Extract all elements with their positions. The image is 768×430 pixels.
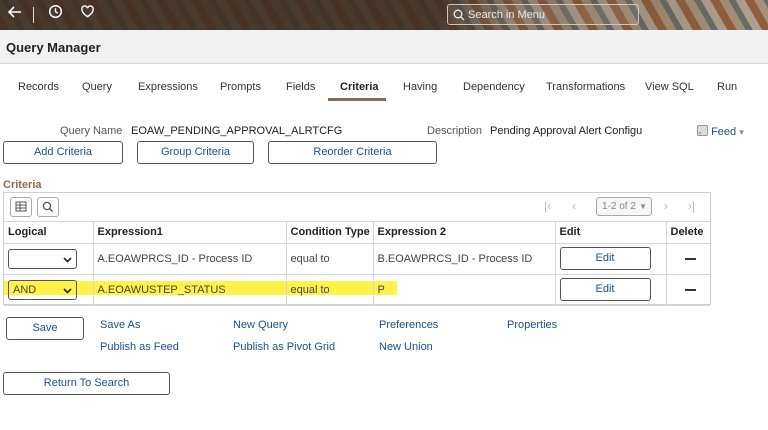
save-as-link[interactable]: Save As xyxy=(100,319,140,331)
page-range-text: 1-2 of 2 xyxy=(602,201,636,212)
first-page-icon[interactable]: |‹ xyxy=(544,199,551,213)
search-icon xyxy=(453,9,465,21)
properties-link[interactable]: Properties xyxy=(507,319,557,331)
tab-dependency[interactable]: Dependency xyxy=(463,81,525,93)
logical-value: AND xyxy=(13,283,37,296)
column-header-expression1: Expression1 xyxy=(93,222,287,244)
condition-type-cell: equal to xyxy=(286,274,374,306)
tab-prompts[interactable]: Prompts xyxy=(220,81,261,93)
find-in-grid-button[interactable] xyxy=(37,197,59,217)
column-header-logical: Logical xyxy=(4,222,94,244)
expression1-cell: A.EOAWPRCS_ID - Process ID xyxy=(93,243,287,275)
header-divider xyxy=(33,7,34,23)
tab-run[interactable]: Run xyxy=(717,81,737,93)
tab-transformations[interactable]: Transformations xyxy=(546,81,625,93)
feed-link[interactable]: Feed ▾ xyxy=(697,125,744,138)
group-criteria-button[interactable]: Group Criteria xyxy=(137,141,254,164)
edit-button[interactable]: Edit xyxy=(559,247,651,270)
save-button[interactable]: Save xyxy=(6,317,84,340)
expression2-cell: P xyxy=(373,274,556,306)
feed-icon xyxy=(697,125,708,136)
table-row: AND A.EOAWUSTEP_STATUS equal to P Edit xyxy=(4,274,710,306)
logical-select[interactable] xyxy=(8,248,77,269)
publish-as-feed-link[interactable]: Publish as Feed xyxy=(100,341,179,353)
description-label: Description xyxy=(427,125,483,137)
search-input[interactable] xyxy=(468,6,636,23)
chevron-down-icon: ▾ xyxy=(739,127,744,137)
chevron-down-icon xyxy=(63,287,72,294)
preferences-link[interactable]: Preferences xyxy=(379,319,438,331)
grid-settings-icon xyxy=(15,201,27,212)
tab-view-sql[interactable]: View SQL xyxy=(645,81,694,93)
column-header-delete: Delete xyxy=(666,222,710,244)
delete-row-icon[interactable] xyxy=(684,257,696,260)
tab-expressions[interactable]: Expressions xyxy=(138,81,198,93)
tab-fields[interactable]: Fields xyxy=(286,81,315,93)
active-tab-indicator xyxy=(328,98,386,101)
criteria-grid: |‹ ‹ 1-2 of 2 ▼ › ›| Logical Expression1… xyxy=(3,192,711,306)
next-page-icon[interactable]: › xyxy=(664,199,668,213)
reorder-criteria-button[interactable]: Reorder Criteria xyxy=(268,141,437,164)
tab-query[interactable]: Query xyxy=(82,81,112,93)
top-banner xyxy=(0,0,768,30)
condition-type-cell: equal to xyxy=(286,243,374,275)
edit-button[interactable]: Edit xyxy=(559,278,651,301)
logical-select[interactable]: AND xyxy=(8,279,77,300)
column-header-expression2: Expression 2 xyxy=(373,222,556,244)
tab-records[interactable]: Records xyxy=(18,81,59,93)
menu-search[interactable] xyxy=(447,4,639,25)
personalize-grid-button[interactable] xyxy=(10,197,32,217)
page-title: Query Manager xyxy=(6,40,101,55)
publish-as-pivot-grid-link[interactable]: Publish as Pivot Grid xyxy=(233,341,335,353)
favorites-heart-icon[interactable] xyxy=(76,4,98,26)
return-to-search-button[interactable]: Return To Search xyxy=(3,372,170,395)
page-selector[interactable]: 1-2 of 2 ▼ xyxy=(596,197,652,216)
criteria-section-title: Criteria xyxy=(3,179,42,191)
new-query-link[interactable]: New Query xyxy=(233,319,288,331)
history-clock-icon[interactable] xyxy=(44,4,66,26)
query-name-value: EOAW_PENDING_APPROVAL_ALRTCFG xyxy=(131,125,343,137)
search-icon xyxy=(42,201,53,212)
title-bar: Query Manager xyxy=(0,30,768,64)
expression1-cell: A.EOAWUSTEP_STATUS xyxy=(93,274,287,306)
feed-label: Feed xyxy=(711,126,737,138)
delete-row-icon[interactable] xyxy=(684,288,696,291)
description-value: Pending Approval Alert Configu xyxy=(490,125,643,137)
expression2-cell: B.EOAWPRCS_ID - Process ID xyxy=(373,243,556,275)
query-name-label: Query Name xyxy=(60,125,123,137)
table-header-row: Logical Expression1 Condition Type Expre… xyxy=(4,222,710,244)
column-header-edit: Edit xyxy=(555,222,667,244)
grid-toolbar: |‹ ‹ 1-2 of 2 ▼ › ›| xyxy=(4,193,710,222)
last-page-icon[interactable]: ›| xyxy=(688,199,695,213)
add-criteria-button[interactable]: Add Criteria xyxy=(3,141,123,164)
new-union-link[interactable]: New Union xyxy=(379,341,433,353)
chevron-down-icon xyxy=(63,256,72,263)
tab-criteria[interactable]: Criteria xyxy=(340,81,379,93)
chevron-down-icon: ▼ xyxy=(639,202,647,211)
criteria-table: Logical Expression1 Condition Type Expre… xyxy=(4,222,710,306)
back-arrow-icon[interactable] xyxy=(4,4,26,26)
column-header-condition-type: Condition Type xyxy=(286,222,374,244)
previous-page-icon[interactable]: ‹ xyxy=(572,199,576,213)
table-row: A.EOAWPRCS_ID - Process ID equal to B.EO… xyxy=(4,243,710,275)
tab-having[interactable]: Having xyxy=(403,81,437,93)
